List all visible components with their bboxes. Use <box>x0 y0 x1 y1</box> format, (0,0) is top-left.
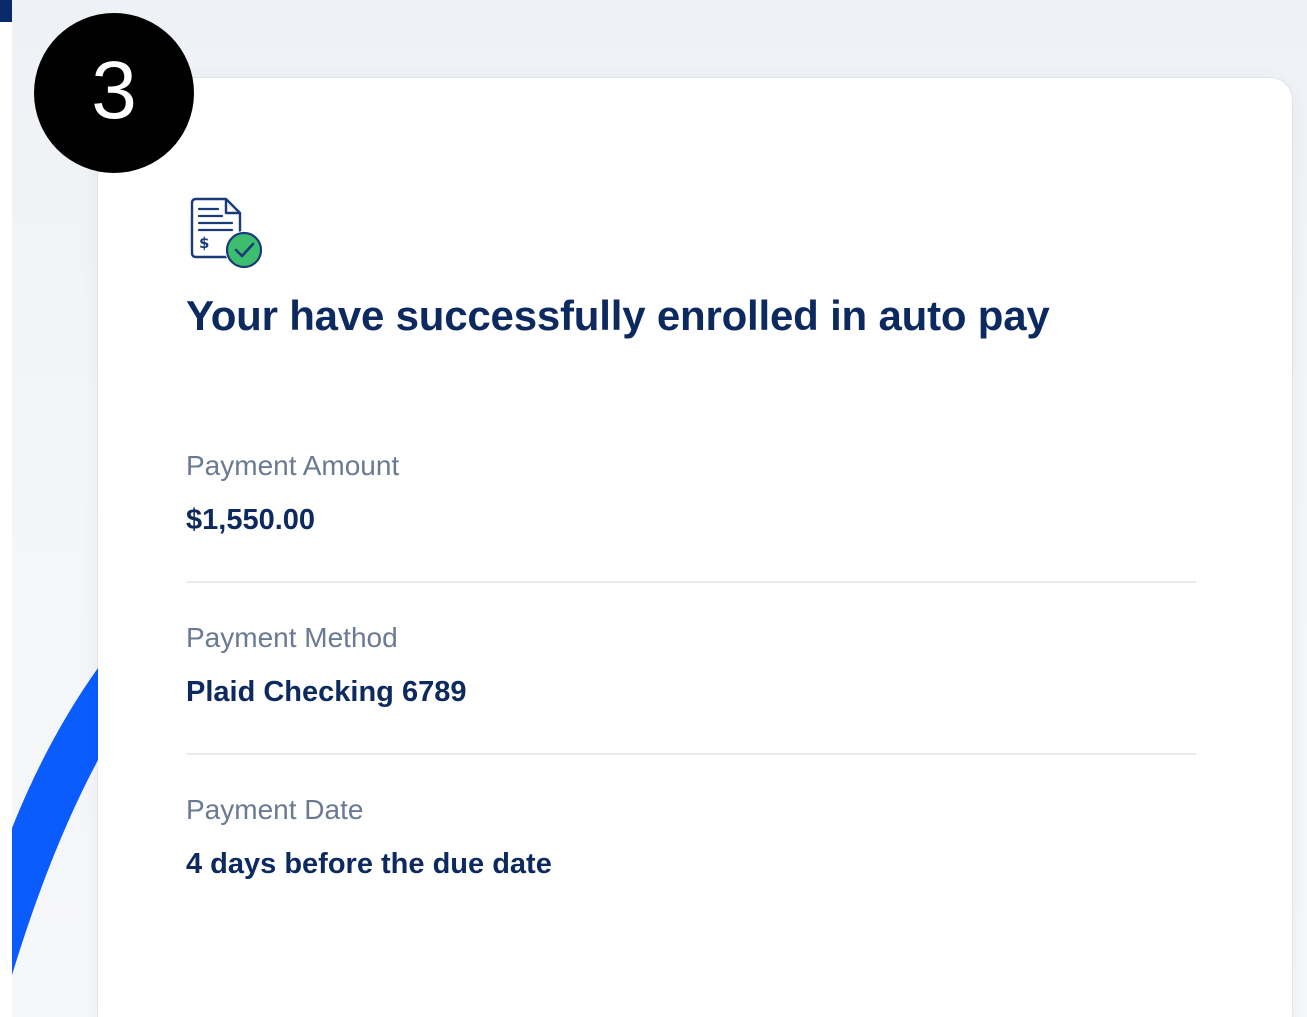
invoice-check-icon: $ <box>190 197 263 269</box>
svg-text:$: $ <box>199 234 209 252</box>
divider <box>186 581 1196 583</box>
payment-date-row: Payment Date 4 days before the due date <box>186 796 1196 879</box>
payment-method-label: Payment Method <box>186 622 398 653</box>
payment-amount-value: $1,550.00 <box>186 504 316 536</box>
payment-method-value: Plaid Checking 6789 <box>186 676 467 708</box>
payment-date-label: Payment Date <box>186 794 364 825</box>
divider <box>186 753 1196 755</box>
payment-date-value: 4 days before the due date <box>186 848 552 880</box>
step-number-badge: 3 <box>34 13 194 173</box>
payment-amount-row: Payment Amount $1,550.00 <box>186 452 1196 535</box>
success-title: Your have successfully enrolled in auto … <box>186 292 1050 339</box>
screen: 3 $ Your have successfully enrolled in a… <box>0 0 1307 1017</box>
payment-method-row: Payment Method Plaid Checking 6789 <box>186 624 1196 707</box>
payment-amount-label: Payment Amount <box>186 450 400 481</box>
